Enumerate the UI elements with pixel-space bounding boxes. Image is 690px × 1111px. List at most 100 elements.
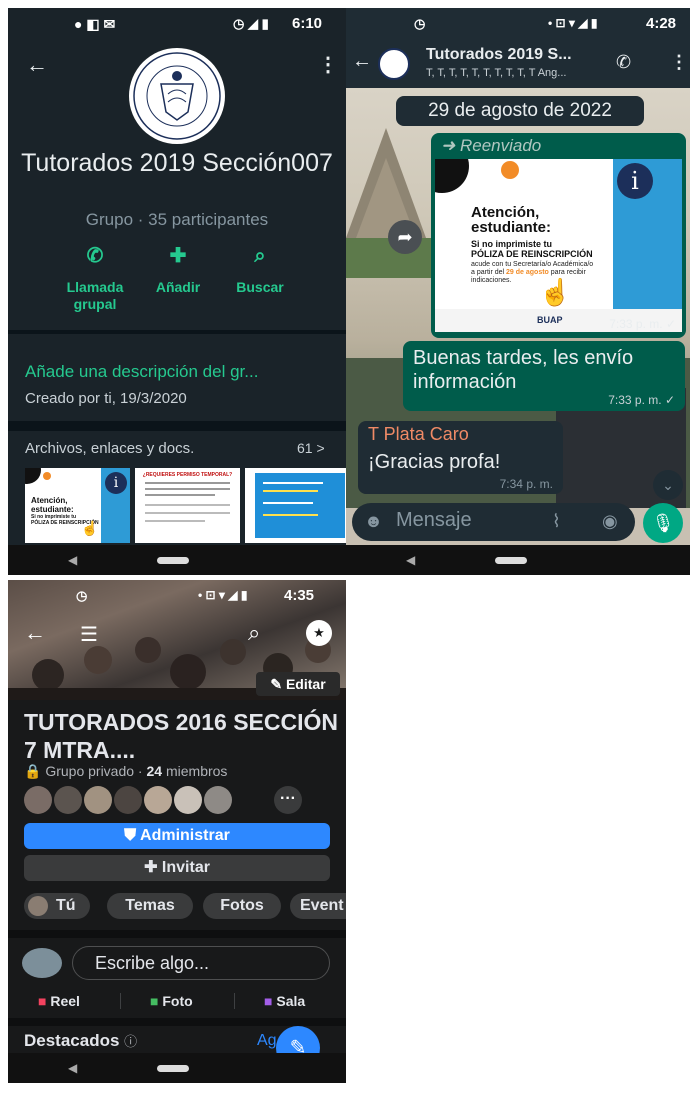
- group-name: Tutorados 2019 Sección007: [21, 149, 333, 177]
- chat-avatar[interactable]: [378, 48, 410, 80]
- chat-header: ← Tutorados 2019 S... T, T, T, T, T, T, …: [346, 40, 690, 88]
- status-icons-right: ◷ ◢ ▮: [233, 16, 269, 31]
- group-call-button[interactable]: ✆ Llamada grupal: [50, 246, 140, 313]
- avatar[interactable]: [204, 786, 232, 814]
- media-label[interactable]: Archivos, enlaces y docs.: [25, 440, 194, 457]
- tap-hand-icon: ☝: [81, 520, 99, 536]
- add-participant-label: Añadir: [155, 279, 201, 295]
- shield-icon: ⛊: [124, 827, 141, 844]
- featured-add-link[interactable]: Ag: [257, 1032, 277, 1050]
- chat-title[interactable]: Tutorados 2019 S...: [426, 46, 572, 64]
- microphone-icon[interactable]: 🎙: [643, 503, 683, 543]
- text-line-placeholder: [263, 482, 323, 484]
- search-icon[interactable]: ⌕: [248, 620, 260, 646]
- nav-back-icon[interactable]: ◀: [68, 1061, 77, 1075]
- forwarded-image-message[interactable]: ➜ Reenviado i Atención, estudiante: Si n…: [431, 133, 686, 338]
- scroll-down-icon[interactable]: ⌄: [653, 470, 683, 500]
- back-arrow-icon[interactable]: ←: [352, 50, 372, 73]
- group-call-label: Llamada grupal: [66, 279, 124, 312]
- back-arrow-icon[interactable]: ←: [26, 52, 48, 78]
- nav-back-icon[interactable]: ◀: [406, 553, 415, 567]
- tab-you[interactable]: Tú: [24, 893, 90, 919]
- date-chip: 29 de agosto de 2022: [396, 96, 644, 126]
- poster-bold-line: Si no imprimiste tu: [471, 239, 553, 249]
- featured-heading: Destacados ⓘ: [24, 1031, 137, 1051]
- avatar[interactable]: [174, 786, 202, 814]
- whatsapp-group-info-screen: ● ◧ ✉ ◷ ◢ ▮ 6:10 ← ⋮ Tutorados 2019 Secc…: [8, 8, 346, 575]
- forward-icon[interactable]: ➦: [388, 220, 422, 254]
- invite-button[interactable]: ✚ Invitar: [24, 855, 330, 881]
- media-count[interactable]: 61 >: [297, 440, 325, 456]
- tab-temas[interactable]: Temas: [107, 893, 193, 919]
- info-circle-icon[interactable]: ⓘ: [124, 1034, 137, 1049]
- status-icons-left: ● ◧ ✉: [74, 16, 116, 32]
- room-button[interactable]: ■ Sala: [264, 993, 305, 1009]
- tab-events[interactable]: Event: [290, 893, 346, 919]
- avatar[interactable]: [84, 786, 112, 814]
- search-button[interactable]: ⌕ Buscar: [215, 245, 305, 296]
- members-count: 24: [146, 763, 163, 779]
- more-members-icon[interactable]: ···: [274, 786, 302, 814]
- admin-shield-icon[interactable]: ★: [306, 620, 332, 646]
- camera-icon[interactable]: ◉: [602, 511, 618, 532]
- group-privacy: 🔒 Grupo privado · 24 miembros: [24, 763, 227, 780]
- user-avatar[interactable]: [22, 948, 62, 978]
- reel-icon: ■: [38, 993, 51, 1009]
- nav-back-icon[interactable]: ◀: [68, 553, 77, 567]
- attach-icon[interactable]: ⌇: [552, 511, 561, 532]
- alarm-icon: ◷: [76, 588, 88, 603]
- message-placeholder[interactable]: Mensaje: [396, 509, 472, 532]
- decor-dot: [501, 161, 519, 179]
- media-thumbnail[interactable]: [245, 468, 346, 543]
- member-avatars[interactable]: ···: [24, 786, 304, 814]
- administrar-button[interactable]: ⛊ Administrar: [24, 823, 330, 849]
- forwarded-arrow-icon: ➜: [441, 136, 460, 155]
- nav-home-pill[interactable]: [495, 556, 528, 564]
- overflow-menu-icon[interactable]: ⋮: [670, 52, 688, 73]
- text-line-placeholder: [145, 482, 230, 484]
- group-avatar[interactable]: [116, 46, 238, 146]
- avatar[interactable]: [54, 786, 82, 814]
- reel-button[interactable]: ■ Reel: [38, 993, 80, 1009]
- text-line-placeholder: [145, 504, 230, 506]
- photo-button[interactable]: ■ Foto: [150, 993, 193, 1009]
- add-participant-button[interactable]: ✚ Añadir: [133, 246, 223, 296]
- avatar[interactable]: [24, 786, 52, 814]
- room-label: Sala: [276, 993, 306, 1009]
- description-section[interactable]: Añade una descripción del gr... Creado p…: [8, 346, 346, 421]
- thumb-line: Atención,: [31, 496, 68, 505]
- poster-body-line: indicaciones.: [471, 277, 512, 284]
- divider: [8, 930, 346, 938]
- poster-bold-line: PÓLIZA DE REINSCRIPCIÓN: [471, 249, 593, 259]
- description-prompt[interactable]: Añade una descripción del gr...: [25, 362, 258, 382]
- tab-fotos[interactable]: Fotos: [203, 893, 281, 919]
- tap-hand-icon: ☝: [539, 277, 572, 307]
- status-time: 4:35: [284, 587, 315, 604]
- message-input[interactable]: ☻ Mensaje ⌇ ◉: [352, 503, 635, 541]
- nav-home-pill[interactable]: [157, 556, 190, 564]
- composer-input[interactable]: Escribe algo...: [72, 946, 330, 980]
- incoming-text-message[interactable]: T Plata Caro ¡Gracias profa! 7:34 p. m.: [358, 421, 563, 494]
- tab-label: Tú: [56, 897, 76, 914]
- edit-cover-button[interactable]: ✎ Editar: [256, 672, 340, 696]
- invite-label: Invitar: [161, 859, 210, 876]
- poster-image[interactable]: i Atención, estudiante: Si no imprimiste…: [435, 159, 682, 332]
- chat-members[interactable]: T, T, T, T, T, T, T, T, T, T Ang...: [426, 67, 566, 79]
- media-thumbnail[interactable]: ¿REQUIERES PERMISO TEMPORAL?: [135, 468, 240, 543]
- emoji-icon[interactable]: ☻: [364, 511, 383, 532]
- read-check-icon: ✓: [664, 393, 675, 407]
- decor-dot: [43, 472, 51, 480]
- back-arrow-icon[interactable]: ←: [24, 620, 46, 646]
- nav-home-pill[interactable]: [157, 1064, 190, 1072]
- media-thumbnail[interactable]: i Atención, estudiante: Si no imprimiste…: [25, 468, 130, 543]
- menu-icon[interactable]: ☰: [80, 622, 98, 647]
- read-check-icon: ✓: [665, 317, 676, 331]
- outgoing-text-message[interactable]: Buenas tardes, les envío información 7:3…: [403, 341, 685, 411]
- avatar[interactable]: [114, 786, 142, 814]
- search-icon: ⌕: [254, 245, 266, 267]
- overflow-menu-icon[interactable]: ⋮: [318, 52, 338, 77]
- avatar[interactable]: [144, 786, 172, 814]
- call-add-icon[interactable]: ✆: [616, 52, 631, 73]
- time-text: 7:33 p. m.: [608, 393, 662, 407]
- poster-heading: estudiante:: [471, 219, 552, 236]
